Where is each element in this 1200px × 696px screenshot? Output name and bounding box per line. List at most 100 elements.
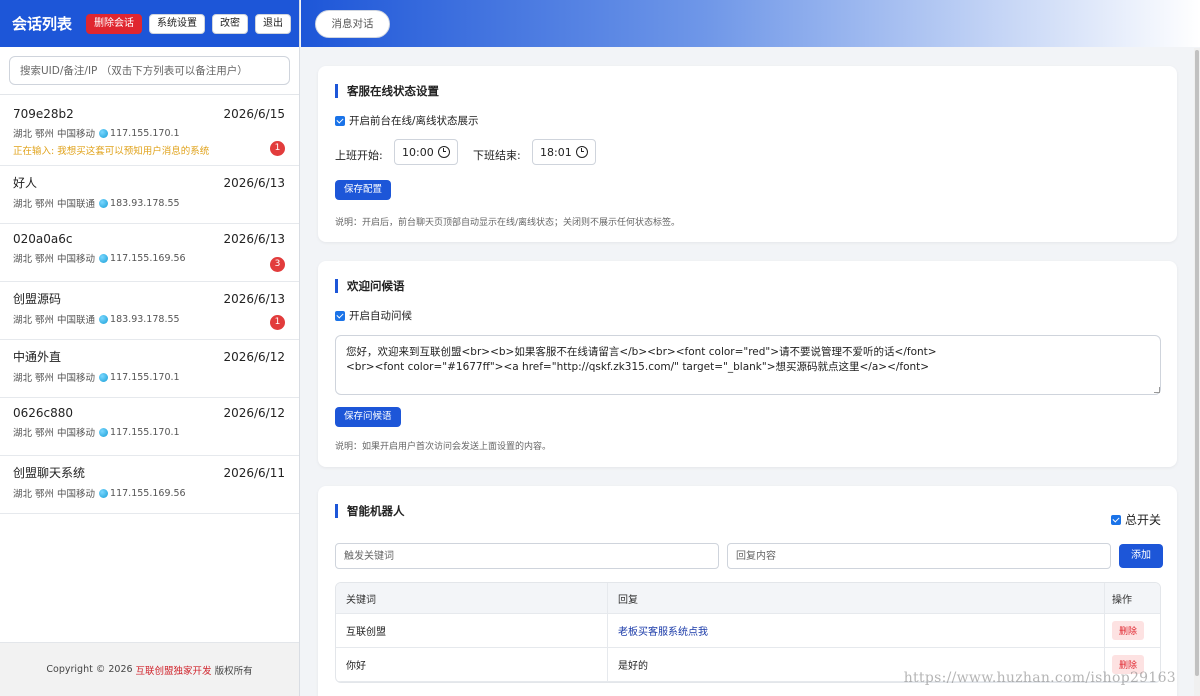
save-config-button[interactable]: 保存配置 xyxy=(335,180,392,200)
sidebar-footer: Copyright © 2026 互联创盟独家开发 版权所有 xyxy=(0,642,299,696)
table-header-row: 关键词 回复 操作 xyxy=(336,583,1160,614)
logout-button[interactable]: 退出 xyxy=(255,13,292,34)
session-ip: 183.93.178.55 xyxy=(110,313,180,325)
session-name: 0626c880 xyxy=(13,406,74,420)
work-end-time-input[interactable]: 18:01 xyxy=(532,139,596,165)
session-item[interactable]: 0626c880 2026/6/12 湖北 鄂州 中国移动 117.155.170.1 xyxy=(0,398,299,456)
session-ip: 183.93.178.55 xyxy=(110,197,180,209)
session-item[interactable]: 中通外直 2026/6/12 湖北 鄂州 中国移动 117.155.170.1 xyxy=(0,340,299,398)
column-header-action: 操作 xyxy=(1112,594,1132,606)
session-item[interactable]: 020a0a6c 2026/6/13 湖北 鄂州 中国移动 117.155.169.5… xyxy=(0,224,299,282)
copyright-prefix: Copyright © 2026 xyxy=(46,664,133,675)
trigger-keyword-input[interactable] xyxy=(335,543,719,569)
session-name: 709e28b2 xyxy=(13,107,74,121)
online-status-note: 说明：开启后，前台聊天页顶部自动显示在线/离线状态；关闭则不展示任何状态标签。 xyxy=(335,218,681,228)
watermark: https://www.huzhan.com/ishop29163 xyxy=(903,670,1176,686)
globe-icon xyxy=(99,488,109,498)
session-date: 2026/6/11 xyxy=(223,465,285,480)
session-date: 2026/6/12 xyxy=(223,406,285,420)
work-end-time-value: 18:01 xyxy=(540,145,572,159)
rule-keyword: 你好 xyxy=(336,648,608,681)
session-meta: 湖北 鄂州 中国移动 117.155.169.56 xyxy=(13,486,286,501)
copyright-brand[interactable]: 互联创盟独家开发 xyxy=(136,663,212,677)
session-row-top: 020a0a6c 2026/6/13 xyxy=(13,232,286,246)
globe-icon xyxy=(99,128,109,138)
session-name: 好人 xyxy=(13,176,38,190)
unread-badge: 1 xyxy=(270,141,285,156)
rule-keyword: 互联创盟 xyxy=(336,614,608,647)
online-status-title: 客服在线状态设置 xyxy=(335,84,439,98)
clock-icon[interactable] xyxy=(438,146,450,158)
column-header-reply: 回复 xyxy=(608,583,1105,613)
globe-icon xyxy=(99,198,109,208)
unread-badge: 3 xyxy=(270,257,285,272)
session-meta: 湖北 鄂州 中国联通 183.93.178.55 xyxy=(13,312,286,327)
session-row-top: 好人 2026/6/13 xyxy=(13,174,286,191)
checkbox-checked-icon[interactable] xyxy=(1111,514,1121,525)
session-meta: 湖北 鄂州 中国移动 117.155.170.1 xyxy=(13,126,286,141)
globe-icon xyxy=(99,314,109,324)
auto-greeting-toggle[interactable]: 开启自动问候 xyxy=(335,308,412,323)
copyright-suffix: 版权所有 xyxy=(214,665,253,677)
session-item[interactable]: 709e28b2 2026/6/15 湖北 鄂州 中国移动 117.155.170.1… xyxy=(0,95,299,166)
session-location: 湖北 鄂州 中国移动 xyxy=(13,129,96,140)
delete-rule-button[interactable]: 删除 xyxy=(1112,621,1145,640)
unread-badge: 1 xyxy=(270,315,285,330)
session-name: 创盟源码 xyxy=(13,292,62,306)
session-ip: 117.155.170.1 xyxy=(110,426,180,438)
delete-session-button[interactable]: 删除会话 xyxy=(86,13,143,34)
greeting-title: 欢迎问候语 xyxy=(335,279,405,293)
save-greeting-button[interactable]: 保存问候语 xyxy=(335,407,401,427)
clock-icon[interactable] xyxy=(576,146,588,158)
session-date: 2026/6/15 xyxy=(223,107,285,121)
work-start-time-value: 10:00 xyxy=(402,145,434,159)
session-meta: 湖北 鄂州 中国移动 117.155.170.1 xyxy=(13,370,286,385)
session-row-top: 创盟聊天系统 2026/6/11 xyxy=(13,464,286,481)
session-search-input[interactable] xyxy=(9,56,290,85)
tab-message-chat[interactable]: 消息对话 xyxy=(315,9,390,38)
session-row-top: 0626c880 2026/6/12 xyxy=(13,406,286,420)
session-item[interactable]: 创盟聊天系统 2026/6/11 湖北 鄂州 中国移动 117.155.169.56 xyxy=(0,456,299,514)
session-item[interactable]: 创盟源码 2026/6/13 湖北 鄂州 中国联通 183.93.178.55 1 xyxy=(0,282,299,340)
session-sidebar: 会话列表 删除会话 系统设置 改密 退出 709e28b2 2026/6/15 湖北… xyxy=(0,0,300,696)
rule-reply-text[interactable]: 老板买客服系统点我 xyxy=(618,623,708,638)
settings-panel: 客服在线状态设置 开启前台在线/离线状态展示 上班开始: 10:00 下班结束:… xyxy=(301,48,1194,696)
online-status-toggle-label: 开启前台在线/离线状态展示 xyxy=(349,115,479,127)
greeting-card: 欢迎问候语 开启自动问候 您好，欢迎来到互联创盟<br><b>如果客服不在线请留… xyxy=(318,261,1177,467)
session-location: 湖北 鄂州 中国移动 xyxy=(13,254,96,265)
robot-card: 智能机器人 总开关 添加 关键词 回复 操作 互联创盟老板买客服系统点我 删除你好… xyxy=(318,486,1177,696)
session-typing-status: 正在输入: 我想买这套可以预知用户消息的系统 xyxy=(13,146,210,157)
online-status-toggle[interactable]: 开启前台在线/离线状态展示 xyxy=(335,113,479,128)
online-status-card: 客服在线状态设置 开启前台在线/离线状态展示 上班开始: 10:00 下班结束:… xyxy=(318,66,1177,242)
work-start-time-input[interactable]: 10:00 xyxy=(394,139,458,165)
checkbox-checked-icon[interactable] xyxy=(335,115,345,126)
globe-icon xyxy=(99,372,109,382)
main-scrollbar-thumb[interactable] xyxy=(1195,50,1199,676)
column-header-keyword: 关键词 xyxy=(336,583,608,613)
session-location: 湖北 鄂州 中国移动 xyxy=(13,428,96,439)
robot-master-switch-label: 总开关 xyxy=(1125,513,1162,527)
change-password-button[interactable]: 改密 xyxy=(212,13,249,34)
globe-icon xyxy=(99,253,109,263)
session-ip: 117.155.170.1 xyxy=(110,371,180,383)
rule-reply-text: 是好的 xyxy=(618,661,648,672)
robot-master-switch[interactable]: 总开关 xyxy=(1111,511,1161,528)
resize-grip-icon[interactable] xyxy=(1154,387,1160,393)
rule-action: 删除 xyxy=(1105,614,1160,647)
add-rule-button[interactable]: 添加 xyxy=(1119,544,1163,568)
session-date: 2026/6/13 xyxy=(223,291,285,306)
greeting-content-textarea[interactable]: 您好，欢迎来到互联创盟<br><b>如果客服不在线请留言</b><br><fon… xyxy=(335,335,1161,395)
reply-content-input[interactable] xyxy=(727,543,1111,569)
session-meta: 湖北 鄂州 中国联通 183.93.178.55 xyxy=(13,196,286,211)
checkbox-checked-icon[interactable] xyxy=(335,310,345,321)
session-row-top: 创盟源码 2026/6/13 xyxy=(13,290,286,307)
session-location: 湖北 鄂州 中国移动 xyxy=(13,489,96,500)
session-row-top: 709e28b2 2026/6/15 xyxy=(13,107,286,121)
system-settings-button[interactable]: 系统设置 xyxy=(149,13,206,34)
sidebar-title: 会话列表 xyxy=(12,15,73,33)
session-date: 2026/6/13 xyxy=(223,232,285,246)
robot-title: 智能机器人 xyxy=(335,504,405,518)
session-name: 020a0a6c xyxy=(13,232,73,246)
work-end-label: 下班结束: xyxy=(473,149,521,162)
session-item[interactable]: 好人 2026/6/13 湖北 鄂州 中国联通 183.93.178.55 xyxy=(0,166,299,224)
